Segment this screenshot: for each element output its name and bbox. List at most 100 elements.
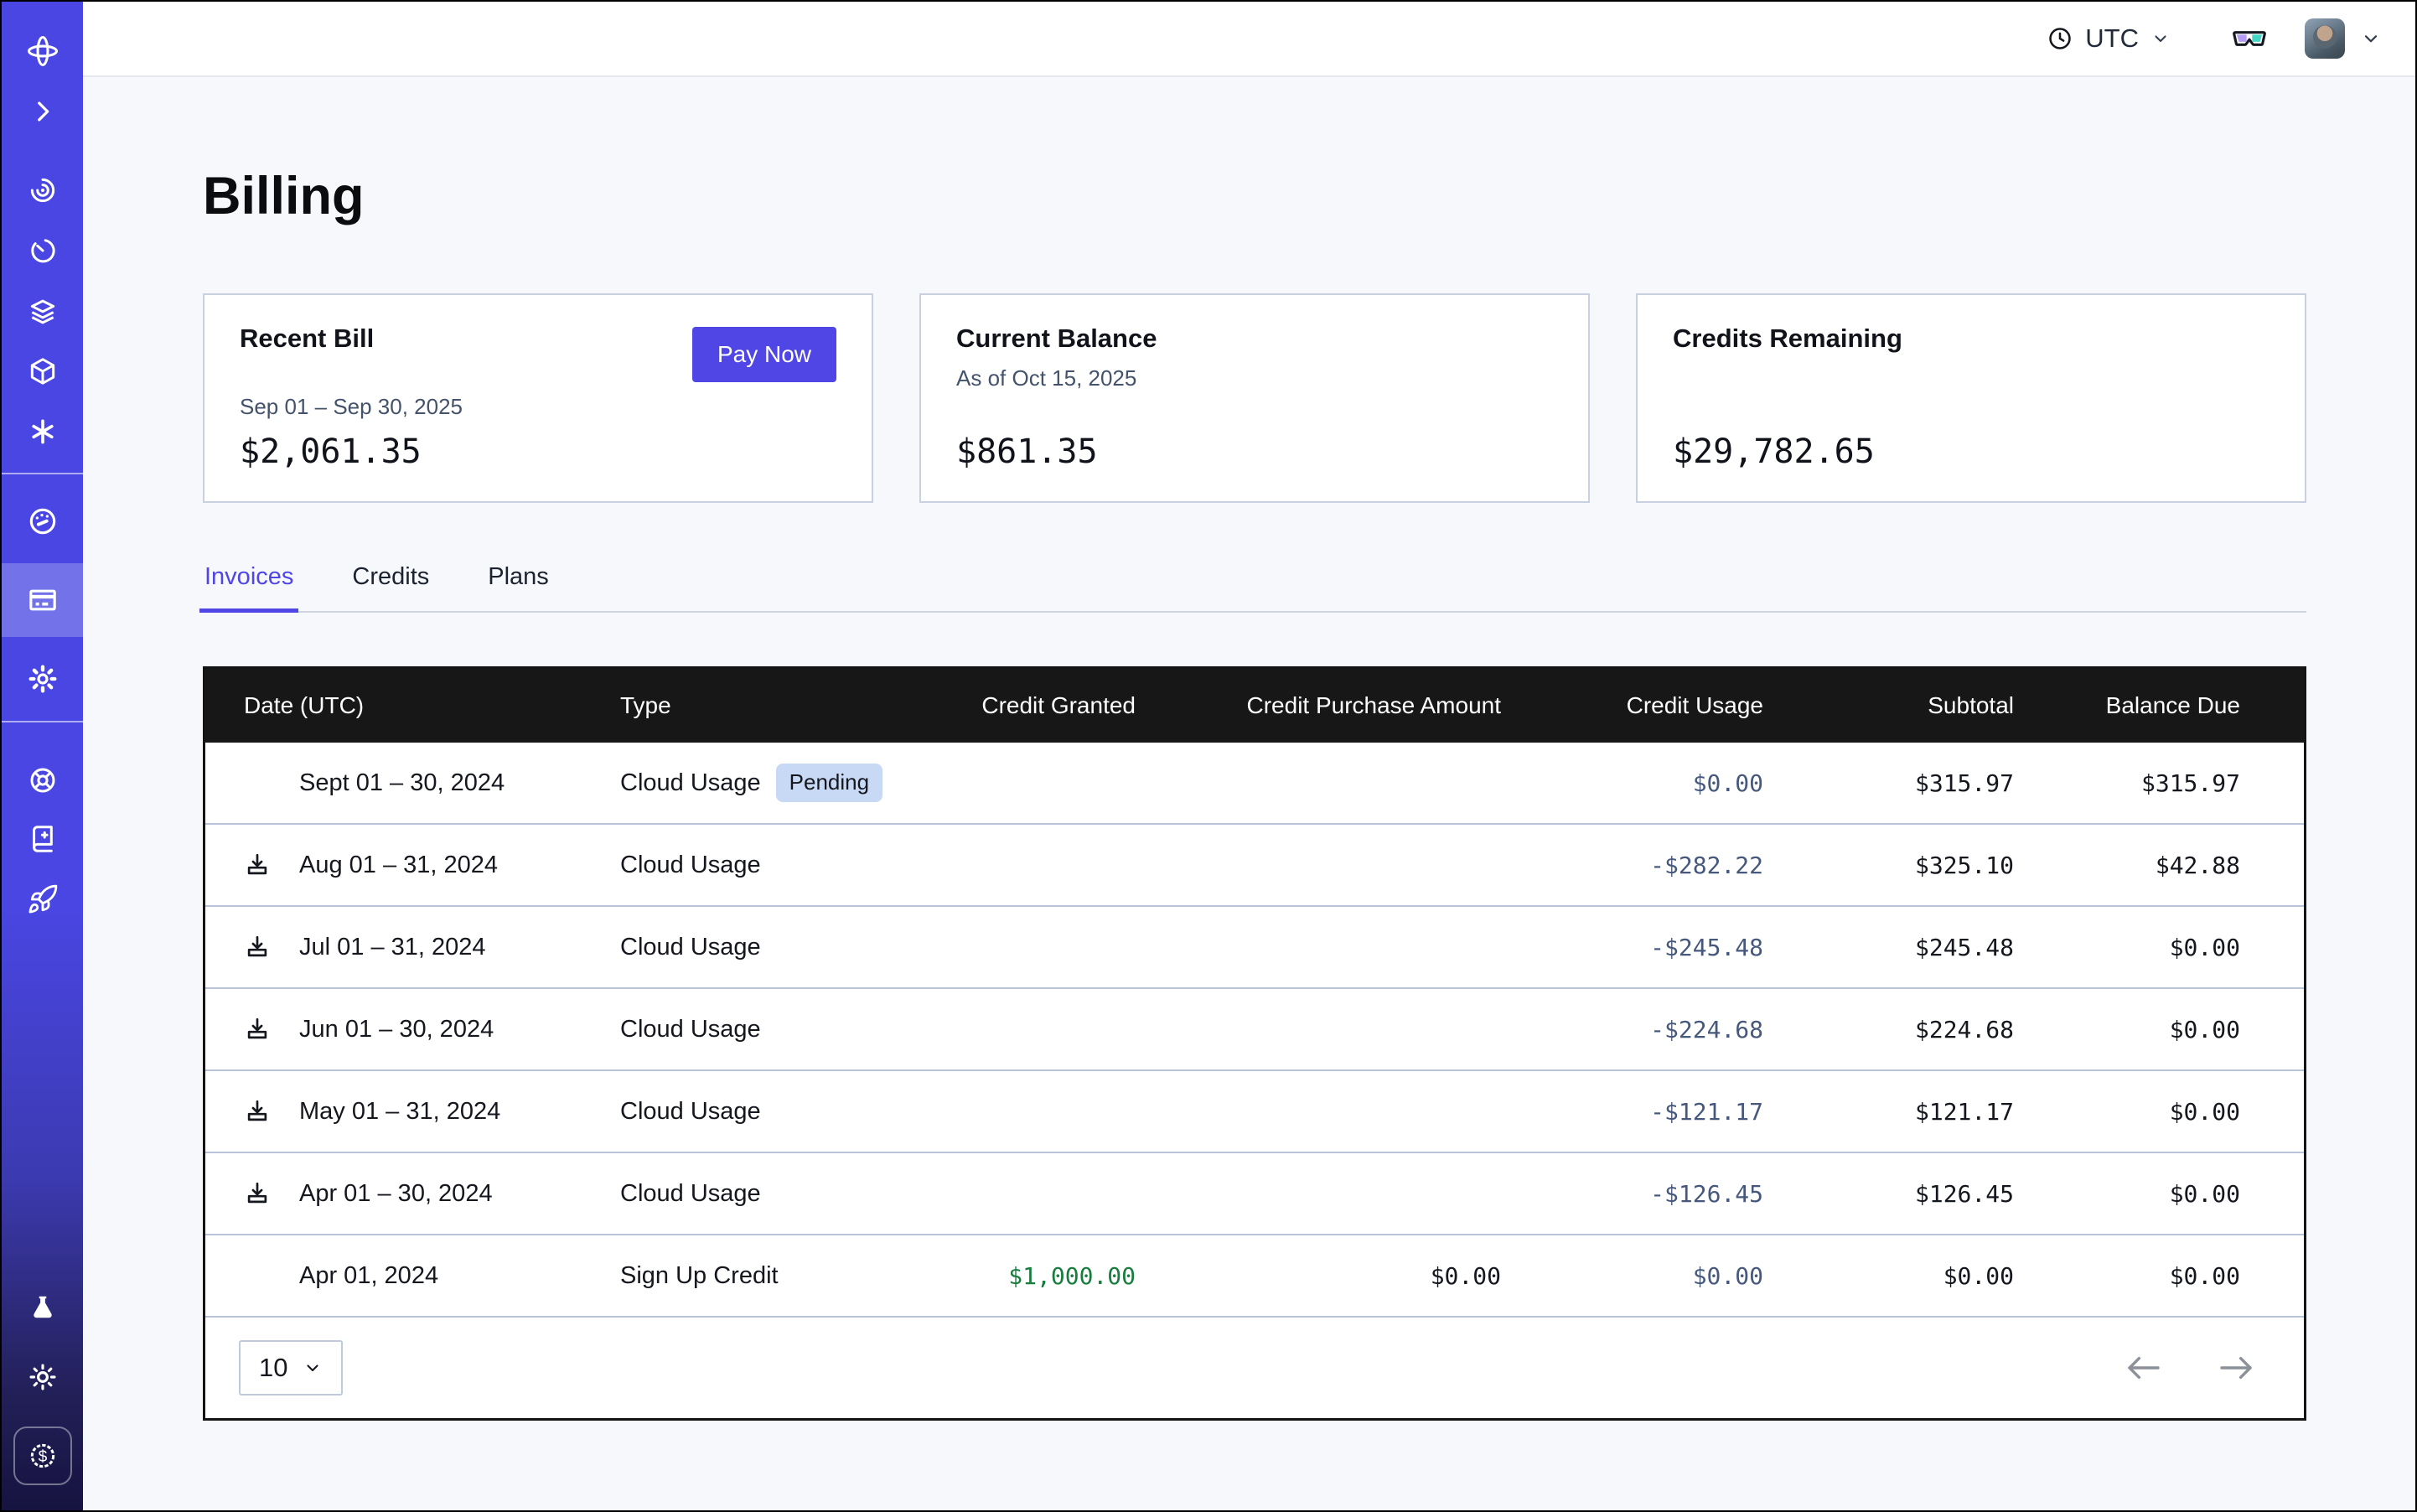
arrow-left-icon bbox=[2125, 1354, 2163, 1382]
download-icon bbox=[244, 1098, 271, 1125]
card-title: Credits Remaining bbox=[1673, 324, 1902, 354]
invoice-type: Cloud Usage bbox=[620, 1016, 761, 1043]
download-invoice-button[interactable] bbox=[244, 1180, 299, 1207]
scan-eye-icon[interactable] bbox=[27, 174, 59, 206]
tab-plans[interactable]: Plans bbox=[486, 563, 551, 611]
balance-due-value: $315.97 bbox=[2014, 769, 2304, 797]
column-header-subtotal: Subtotal bbox=[1763, 692, 2014, 719]
table-row: Aug 01 – 31, 2024 Cloud Usage -$282.22 $… bbox=[205, 823, 2304, 905]
credits-remaining-card: Credits Remaining $29,782.65 bbox=[1636, 293, 2306, 503]
credit-usage-value: $0.00 bbox=[1501, 1262, 1763, 1290]
invoice-date: Apr 01 – 30, 2024 bbox=[299, 1180, 493, 1208]
balance-due-value: $0.00 bbox=[2014, 1098, 2304, 1126]
chevron-right-icon[interactable] bbox=[28, 97, 57, 126]
card-title: Recent Bill bbox=[240, 324, 374, 354]
svg-text:$: $ bbox=[38, 1448, 47, 1466]
status-badge: Pending bbox=[776, 764, 882, 802]
balance-as-of-date: As of Oct 15, 2025 bbox=[956, 365, 1553, 391]
credits-dollar-seal-button[interactable]: $ bbox=[13, 1427, 72, 1485]
invoice-date: Jun 01 – 30, 2024 bbox=[299, 1016, 494, 1043]
invoice-type: Sign Up Credit bbox=[620, 1262, 779, 1290]
timer-icon[interactable] bbox=[27, 235, 59, 267]
invoice-date: Apr 01, 2024 bbox=[299, 1262, 438, 1290]
subtotal-value: $121.17 bbox=[1763, 1098, 2014, 1126]
flask-icon[interactable] bbox=[27, 1292, 59, 1324]
invoice-type: Cloud Usage bbox=[620, 769, 761, 797]
download-invoice-button[interactable] bbox=[244, 1016, 299, 1043]
credit-granted-value: $1,000.00 bbox=[934, 1262, 1136, 1290]
page-size-select[interactable]: 10 bbox=[239, 1340, 343, 1395]
balance-due-value: $0.00 bbox=[2014, 1180, 2304, 1208]
sidebar: $ bbox=[2, 2, 83, 1510]
recent-bill-card: Recent Bill Pay Now Sep 01 – Sep 30, 202… bbox=[203, 293, 873, 503]
settings-gear-icon[interactable] bbox=[26, 662, 60, 696]
subtotal-value: $0.00 bbox=[1763, 1262, 2014, 1290]
table-row: Jul 01 – 31, 2024 Cloud Usage -$245.48 $… bbox=[205, 905, 2304, 987]
download-icon bbox=[244, 852, 271, 878]
download-invoice-button[interactable] bbox=[244, 1098, 299, 1125]
download-icon bbox=[244, 1180, 271, 1207]
timezone-select[interactable]: UTC bbox=[2047, 23, 2171, 54]
subtotal-value: $224.68 bbox=[1763, 1016, 2014, 1043]
pay-now-button[interactable]: Pay Now bbox=[692, 327, 836, 382]
download-invoice-button[interactable] bbox=[244, 934, 299, 961]
invoice-type: Cloud Usage bbox=[620, 1180, 761, 1208]
goggles-icon[interactable] bbox=[2231, 20, 2268, 57]
column-header-type: Type bbox=[582, 692, 934, 719]
balance-due-value: $0.00 bbox=[2014, 934, 2304, 961]
user-avatar[interactable] bbox=[2305, 18, 2345, 59]
rocket-icon[interactable] bbox=[27, 883, 59, 915]
layers-icon[interactable] bbox=[27, 295, 59, 327]
docs-book-icon[interactable] bbox=[27, 823, 59, 855]
invoice-date: May 01 – 31, 2024 bbox=[299, 1098, 500, 1126]
table-row: Sept 01 – 30, 2024 Cloud Usage Pending $… bbox=[205, 743, 2304, 823]
credit-usage-value: -$224.68 bbox=[1501, 1016, 1763, 1043]
gauge-dashboard-icon[interactable] bbox=[26, 505, 60, 538]
table-header-row: Date (UTC) Type Credit Granted Credit Pu… bbox=[205, 669, 2304, 743]
current-balance-card: Current Balance As of Oct 15, 2025 $861.… bbox=[919, 293, 1590, 503]
subtotal-value: $315.97 bbox=[1763, 769, 2014, 797]
credit-purchase-value: $0.00 bbox=[1136, 1262, 1501, 1290]
invoice-date: Aug 01 – 31, 2024 bbox=[299, 852, 498, 879]
tab-invoices[interactable]: Invoices bbox=[203, 563, 295, 611]
theme-sun-icon[interactable] bbox=[27, 1361, 59, 1393]
tab-credits[interactable]: Credits bbox=[350, 563, 431, 611]
subtotal-value: $325.10 bbox=[1763, 852, 2014, 879]
download-icon bbox=[244, 1016, 271, 1043]
download-icon bbox=[244, 934, 271, 961]
lifebuoy-help-icon[interactable] bbox=[27, 764, 59, 796]
balance-due-value: $0.00 bbox=[2014, 1016, 2304, 1043]
table-row: May 01 – 31, 2024 Cloud Usage -$121.17 $… bbox=[205, 1069, 2304, 1152]
column-header-credit-granted: Credit Granted bbox=[934, 692, 1136, 719]
chevron-down-icon bbox=[303, 1358, 323, 1378]
table-row: Apr 01 – 30, 2024 Cloud Usage -$126.45 $… bbox=[205, 1152, 2304, 1234]
card-subtitle bbox=[1673, 365, 2269, 391]
arrow-right-icon bbox=[2217, 1354, 2255, 1382]
billing-tabs: Invoices Credits Plans bbox=[203, 563, 2306, 613]
table-footer: 10 bbox=[205, 1316, 2304, 1418]
invoice-type: Cloud Usage bbox=[620, 852, 761, 879]
previous-page-button[interactable] bbox=[2125, 1354, 2163, 1382]
next-page-button[interactable] bbox=[2217, 1354, 2255, 1382]
invoice-date: Sept 01 – 30, 2024 bbox=[299, 769, 505, 797]
credit-usage-value: -$121.17 bbox=[1501, 1098, 1763, 1126]
clock-icon bbox=[2047, 25, 2073, 52]
column-header-credit-usage: Credit Usage bbox=[1501, 692, 1763, 719]
download-invoice-button[interactable] bbox=[244, 852, 299, 878]
chevron-down-icon bbox=[2150, 28, 2171, 49]
sidebar-divider bbox=[2, 473, 83, 474]
credit-usage-value: $0.00 bbox=[1501, 769, 1763, 797]
invoice-type: Cloud Usage bbox=[620, 934, 761, 961]
billing-period: Sep 01 – Sep 30, 2025 bbox=[240, 394, 836, 420]
subtotal-value: $245.48 bbox=[1763, 934, 2014, 961]
page-title: Billing bbox=[203, 166, 2306, 226]
asterisk-icon[interactable] bbox=[27, 416, 59, 448]
table-row: Apr 01, 2024 Sign Up Credit $1,000.00 $0… bbox=[205, 1234, 2304, 1316]
recent-bill-amount: $2,061.35 bbox=[240, 432, 836, 471]
sidebar-item-billing[interactable] bbox=[2, 563, 83, 637]
chevron-down-icon[interactable] bbox=[2360, 28, 2382, 49]
cube-icon[interactable] bbox=[27, 355, 59, 387]
balance-due-value: $0.00 bbox=[2014, 1262, 2304, 1290]
logo-star-icon[interactable] bbox=[23, 32, 62, 70]
credit-usage-value: -$245.48 bbox=[1501, 934, 1763, 961]
